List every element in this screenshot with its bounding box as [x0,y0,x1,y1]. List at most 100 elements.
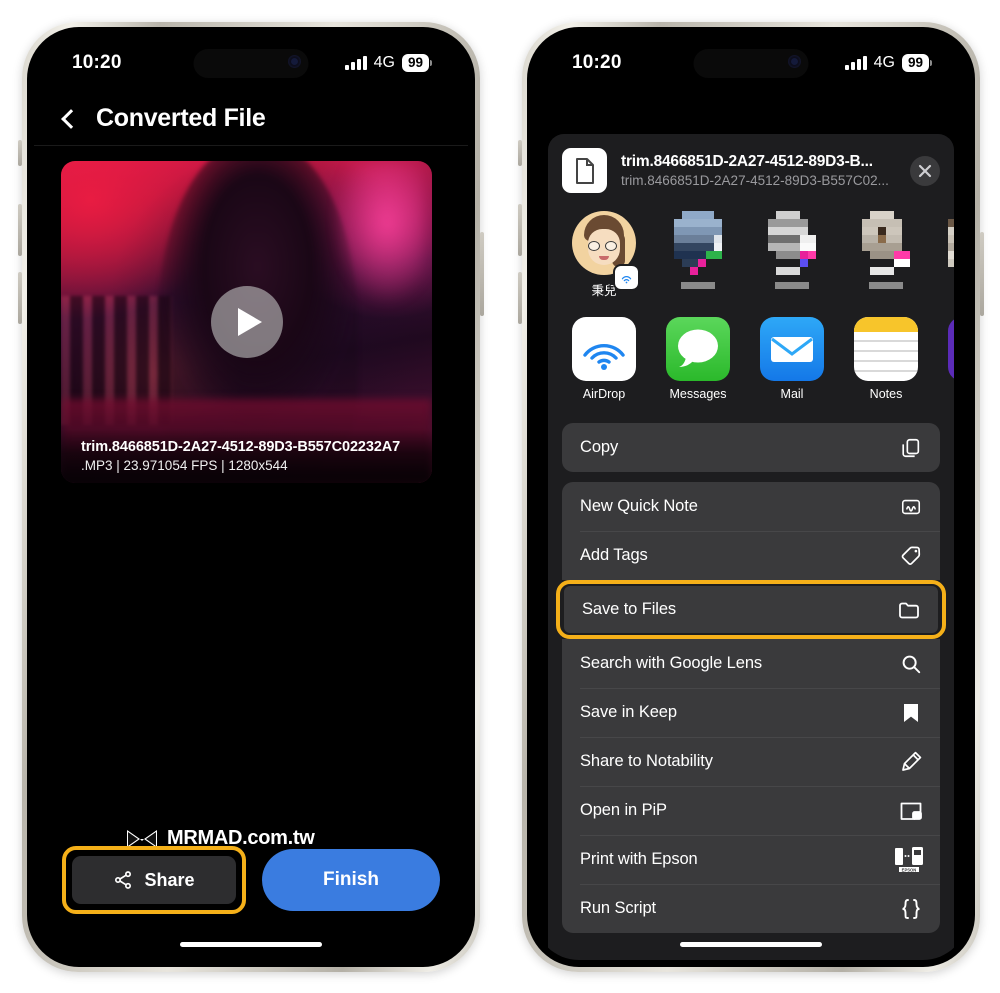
left-phone-bezel: 10:20 4G 99 Converted File trim.8466851D… [27,27,475,967]
person-item[interactable]: 秉兒 [568,211,640,299]
epson-printer-icon: EPSON [894,846,924,874]
battery-percent-right: 99 [901,53,929,73]
status-indicators-right: 4G 99 [845,53,938,73]
app-label: AirDrop [582,387,626,401]
people-suggestions-row: 秉兒 [548,205,954,309]
network-type: 4G [373,53,395,71]
apps-row: AirDrop Messages Mail Notes [548,309,954,413]
play-button[interactable] [210,286,283,358]
action-button-row: Share Finish [34,846,468,914]
copy-icon [898,435,924,461]
silent-switch[interactable] [18,140,22,166]
status-bar-right: 10:20 4G 99 [534,34,968,92]
action-row-new-quick-note[interactable]: New Quick Note [562,482,940,531]
picture-in-picture-icon [898,798,924,824]
file-title: trim.8466851D-2A27-4512-89D3-B... [621,153,873,170]
video-filename: trim.8466851D-2A27-4512-89D3-B557C02232A… [81,439,401,455]
volume-down-button-right[interactable] [518,272,522,324]
pixelated-photo [862,211,910,275]
app-item-messages[interactable]: Messages [662,317,734,401]
action-row-save-in-keep[interactable]: Save in Keep [562,688,940,737]
document-icon [562,148,607,193]
person-item[interactable] [662,211,734,299]
home-indicator[interactable] [180,942,322,947]
power-button-right[interactable] [980,232,984,316]
app-item-mail[interactable]: Mail [756,317,828,401]
action-row-save-to-files[interactable]: Save to Files [564,586,938,633]
battery-tip [430,59,432,66]
svg-text:EPSON: EPSON [902,867,917,872]
volume-up-button[interactable] [18,204,22,256]
bookmark-icon [898,700,924,726]
screenshot-canvas: 10:20 4G 99 Converted File trim.8466851D… [0,0,1000,993]
action-row-share-to-notability[interactable]: Share to Notability [562,737,940,786]
quick-note-icon [898,494,924,520]
navigation-bar: Converted File [34,92,468,146]
action-label: Search with Google Lens [580,654,763,672]
pixelated-photo [948,219,954,267]
action-label: Share to Notability [580,752,713,770]
close-x-icon [918,164,932,177]
finish-button[interactable]: Finish [262,849,440,911]
app-label: Mail [780,387,804,401]
person-item[interactable] [944,211,954,299]
action-row-add-tags[interactable]: Add Tags [562,531,940,580]
battery-icon-right: 99 [901,53,932,73]
pencil-icon [898,749,924,775]
battery-tip-right [930,59,932,66]
right-phone-bezel: 10:20 4G 99 trim.8466851D-2A27-4512-89D3… [527,27,975,967]
volume-down-button[interactable] [18,272,22,324]
share-button[interactable]: Share [72,856,236,904]
chevron-left-icon[interactable] [61,108,81,129]
signal-bars-icon-right [845,55,867,70]
file-info: trim.8466851D-2A27-4512-89D3-B... trim.8… [621,153,892,188]
action-row-search-with-google-lens[interactable]: Search with Google Lens [562,639,940,688]
video-stage-glow [298,161,425,361]
person-item[interactable] [756,211,828,299]
status-bar-left: 10:20 4G 99 [34,34,468,92]
volume-up-button-right[interactable] [518,204,522,256]
video-metadata: .MP3 | 23.971054 FPS | 1280x544 [81,458,288,473]
app-item-kmplayer[interactable]: KM [944,317,954,401]
home-indicator-right[interactable] [680,942,822,947]
action-label: Run Script [580,899,657,917]
pixelated-photo [768,211,816,275]
network-type-right: 4G [873,53,895,71]
power-button[interactable] [480,232,484,316]
action-label: Save to Files [582,600,677,618]
airdrop-badge-icon [615,266,638,289]
pixelated-photo [674,211,722,275]
video-preview-card[interactable]: trim.8466851D-2A27-4512-89D3-B557C02232A… [61,161,432,483]
tag-icon [898,543,924,569]
person-item[interactable] [850,211,922,299]
action-row-copy[interactable]: Copy [562,423,940,472]
kmplayer-icon [948,317,954,381]
action-row-run-script[interactable]: Run Script [562,884,940,933]
play-icon [238,308,262,336]
silent-switch-right[interactable] [518,140,522,166]
messages-icon [666,317,730,381]
mail-icon [760,317,824,381]
left-phone-screen: 10:20 4G 99 Converted File trim.8466851D… [34,34,468,960]
action-label: Open in PiP [580,801,667,819]
magnifier-icon [898,651,924,677]
airdrop-icon [572,317,636,381]
action-row-open-in-pip[interactable]: Open in PiP [562,786,940,835]
close-button[interactable] [910,155,940,186]
left-phone-device: 10:20 4G 99 Converted File trim.8466851D… [18,22,484,972]
action-row-print-with-epson[interactable]: Print with Epson EPSON [562,835,940,884]
save-to-files-highlight: Save to Files [556,580,946,639]
app-label: KM [944,387,954,401]
signal-bars-icon [345,55,367,70]
page-title: Converted File [96,104,266,132]
action-group-extensions: Search with Google Lens Save in Keep Sha… [562,639,940,933]
action-label: Add Tags [580,546,648,564]
app-label: Messages [669,387,727,401]
battery-percent: 99 [401,53,429,73]
app-item-notes[interactable]: Notes [850,317,922,401]
status-indicators: 4G 99 [345,53,438,73]
app-item-airdrop[interactable]: AirDrop [568,317,640,401]
right-phone-screen: 10:20 4G 99 trim.8466851D-2A27-4512-89D3… [534,34,968,960]
share-sheet: trim.8466851D-2A27-4512-89D3-B... trim.8… [548,134,954,960]
share-button-label: Share [144,869,195,890]
